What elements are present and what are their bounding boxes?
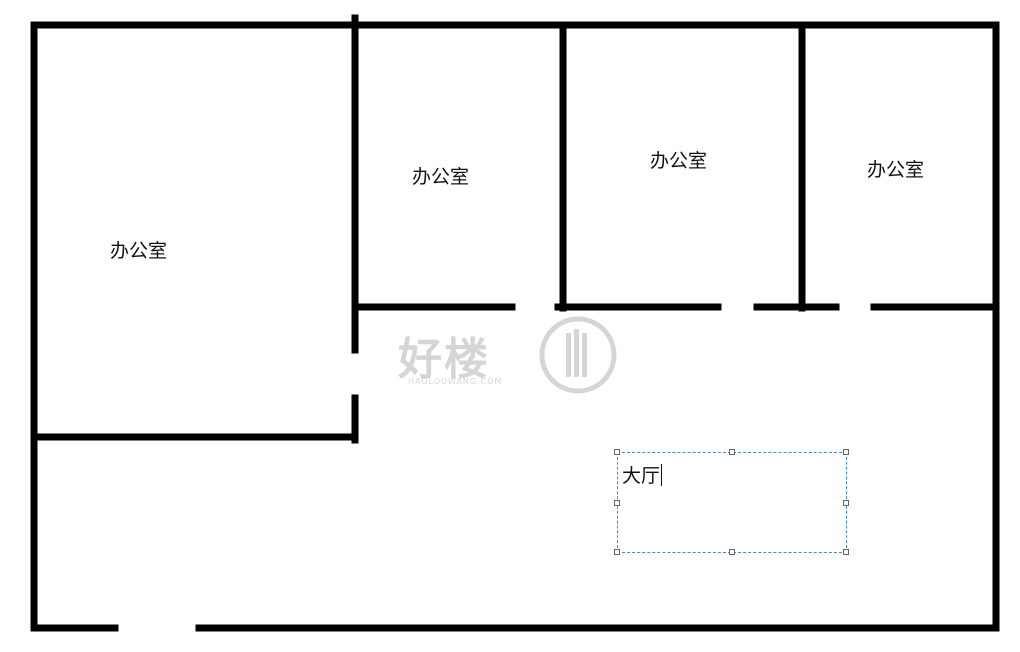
hall-text-box[interactable]: 大厅 <box>614 449 849 555</box>
room-label-office-4: 办公室 <box>867 159 925 181</box>
resize-handle-top-left[interactable] <box>614 449 620 455</box>
resize-handle-middle-right[interactable] <box>843 500 849 506</box>
resize-handle-top-middle[interactable] <box>729 449 735 455</box>
hall-label-text: 大厅 <box>622 465 661 487</box>
resize-handle-middle-left[interactable] <box>614 500 620 506</box>
resize-handle-bottom-middle[interactable] <box>729 549 735 555</box>
text-caret <box>661 464 663 486</box>
room-label-hall[interactable]: 大厅 <box>622 461 663 488</box>
floor-plan-diagram <box>30 14 1000 632</box>
resize-handle-bottom-right[interactable] <box>843 549 849 555</box>
room-label-office-3: 办公室 <box>650 150 708 172</box>
room-label-office-2: 办公室 <box>412 166 470 188</box>
resize-handle-top-right[interactable] <box>843 449 849 455</box>
resize-handle-bottom-left[interactable] <box>614 549 620 555</box>
room-label-office-left: 办公室 <box>110 240 168 262</box>
